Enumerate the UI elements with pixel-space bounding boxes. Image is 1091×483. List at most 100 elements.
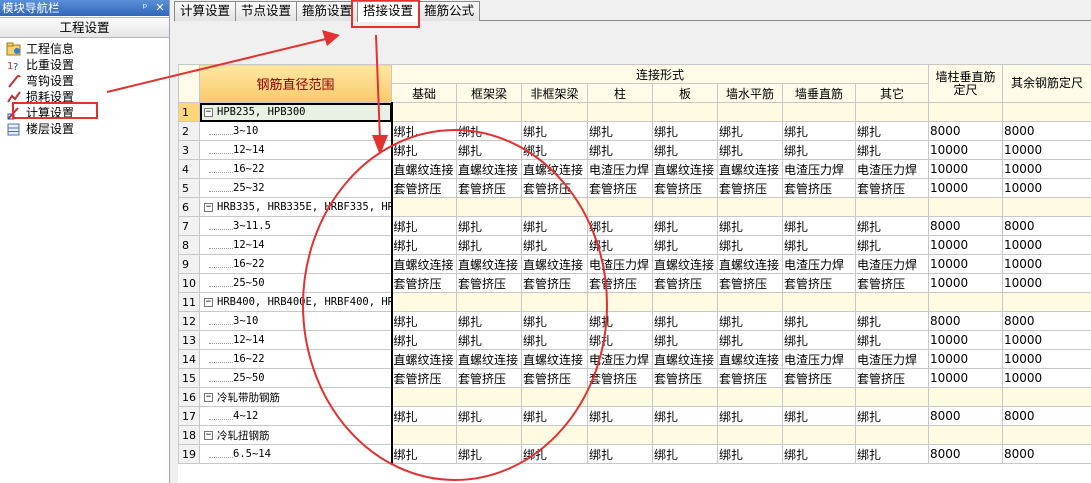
- length-cell[interactable]: [1002, 292, 1091, 312]
- diameter-range-cell[interactable]: 25~32: [199, 178, 393, 198]
- connection-type-cell[interactable]: 绑扎: [717, 406, 783, 426]
- length-cell[interactable]: 10000: [1002, 368, 1091, 388]
- connection-type-cell[interactable]: 绑扎: [456, 121, 522, 141]
- connection-type-cell[interactable]: 绑扎: [587, 140, 653, 160]
- length-cell[interactable]: 8000: [928, 311, 1004, 331]
- connection-type-cell[interactable]: 绑扎: [717, 444, 783, 464]
- length-cell[interactable]: 10000: [928, 330, 1004, 350]
- table-row[interactable]: 5 25~32 套管挤压 套管挤压 套管挤压 套管挤压 套管挤压 套管挤压 套管挤压 套管挤压 10…: [178, 178, 1091, 198]
- connection-type-cell[interactable]: [391, 197, 457, 217]
- connection-type-cell[interactable]: 绑扎: [391, 216, 457, 236]
- connection-type-cell[interactable]: 直螺纹连接: [717, 159, 783, 179]
- length-cell[interactable]: 8000: [1002, 444, 1091, 464]
- connection-type-cell[interactable]: [391, 292, 457, 312]
- length-cell[interactable]: [1002, 102, 1091, 122]
- diameter-range-cell[interactable]: 4~12: [199, 406, 393, 426]
- table-row[interactable]: 4 16~22 直螺纹连接 直螺纹连接 直螺纹连接 电渣压力焊 直螺纹连接 直螺纹连接 电渣压力…: [178, 159, 1091, 179]
- connection-type-cell[interactable]: 直螺纹连接: [456, 254, 522, 274]
- row-number[interactable]: 11: [178, 292, 200, 312]
- connection-type-cell[interactable]: 绑扎: [717, 330, 783, 350]
- nav-section-header[interactable]: 工程设置: [0, 17, 169, 38]
- connection-type-cell[interactable]: [456, 292, 522, 312]
- row-number[interactable]: 12: [178, 311, 200, 331]
- length-cell[interactable]: 10000: [928, 368, 1004, 388]
- connection-type-cell[interactable]: 绑扎: [391, 235, 457, 255]
- length-cell[interactable]: 10000: [928, 159, 1004, 179]
- collapse-icon[interactable]: −: [204, 202, 213, 212]
- nav-item-weight[interactable]: 1? 比重设置: [6, 57, 169, 73]
- connection-type-cell[interactable]: [717, 425, 783, 445]
- length-cell[interactable]: 10000: [1002, 235, 1091, 255]
- table-row[interactable]: 19 6.5~14 绑扎 绑扎 绑扎 绑扎 绑扎 绑扎 绑扎 绑扎 8000 8000: [178, 444, 1091, 464]
- connection-type-cell[interactable]: 绑扎: [587, 444, 653, 464]
- row-number[interactable]: 3: [178, 140, 200, 160]
- connection-type-cell[interactable]: 直螺纹连接: [652, 349, 718, 369]
- rebar-grade-cell[interactable]: −HRB400, HRB400E, HRBF400, HRBF4: [199, 292, 393, 312]
- row-number[interactable]: 19: [178, 444, 200, 464]
- rebar-grade-cell[interactable]: − HPB235, HPB300: [199, 102, 393, 122]
- row-number[interactable]: 7: [178, 216, 200, 236]
- connection-type-cell[interactable]: [587, 197, 653, 217]
- row-number[interactable]: 14: [178, 349, 200, 369]
- connection-type-cell[interactable]: [456, 197, 522, 217]
- connection-type-cell[interactable]: 绑扎: [854, 235, 930, 255]
- connection-type-cell[interactable]: 套管挤压: [652, 273, 718, 293]
- connection-type-cell[interactable]: 绑扎: [782, 140, 856, 160]
- row-number[interactable]: 10: [178, 273, 200, 293]
- length-cell[interactable]: 10000: [928, 140, 1004, 160]
- connection-type-cell[interactable]: 绑扎: [587, 216, 653, 236]
- length-cell[interactable]: [928, 292, 1004, 312]
- connection-type-cell[interactable]: 套管挤压: [782, 178, 856, 198]
- connection-type-cell[interactable]: 绑扎: [854, 140, 930, 160]
- connection-type-cell[interactable]: 绑扎: [652, 330, 718, 350]
- connection-type-cell[interactable]: [521, 387, 588, 407]
- diameter-range-cell[interactable]: 16~22: [199, 254, 393, 274]
- length-cell[interactable]: 10000: [1002, 349, 1091, 369]
- connection-type-cell[interactable]: [652, 425, 718, 445]
- connection-type-cell[interactable]: [521, 197, 588, 217]
- connection-type-cell[interactable]: 绑扎: [521, 121, 588, 141]
- row-number[interactable]: 4: [178, 159, 200, 179]
- connection-type-cell[interactable]: 绑扎: [652, 121, 718, 141]
- diameter-range-cell[interactable]: 12~14: [199, 235, 393, 255]
- diameter-range-cell[interactable]: 3~10: [199, 311, 393, 331]
- connection-type-cell[interactable]: 绑扎: [456, 140, 522, 160]
- diameter-range-cell[interactable]: 16~22: [199, 159, 393, 179]
- table-row[interactable]: 14 16~22 直螺纹连接 直螺纹连接 直螺纹连接 电渣压力焊 直螺纹连接 直螺纹连接 电渣压…: [178, 349, 1091, 369]
- row-number[interactable]: 9: [178, 254, 200, 274]
- diameter-range-cell[interactable]: 25~50: [199, 368, 393, 388]
- connection-type-cell[interactable]: 绑扎: [587, 311, 653, 331]
- nav-item-hook[interactable]: 弯钩设置: [6, 73, 169, 89]
- connection-type-cell[interactable]: 直螺纹连接: [391, 349, 457, 369]
- connection-type-cell[interactable]: 直螺纹连接: [391, 159, 457, 179]
- connection-type-cell[interactable]: 直螺纹连接: [521, 349, 588, 369]
- connection-type-cell[interactable]: [391, 102, 457, 122]
- connection-type-cell[interactable]: [782, 102, 856, 122]
- close-icon[interactable]: ✕: [153, 0, 167, 16]
- connection-type-cell[interactable]: 电渣压力焊: [854, 349, 930, 369]
- diameter-range-cell[interactable]: 6.5~14: [199, 444, 393, 464]
- connection-type-cell[interactable]: 绑扎: [717, 216, 783, 236]
- connection-type-cell[interactable]: [782, 292, 856, 312]
- length-cell[interactable]: 10000: [1002, 159, 1091, 179]
- connection-type-cell[interactable]: [854, 292, 930, 312]
- connection-type-cell[interactable]: 绑扎: [854, 311, 930, 331]
- connection-type-cell[interactable]: 绑扎: [782, 216, 856, 236]
- connection-type-cell[interactable]: 绑扎: [391, 140, 457, 160]
- connection-type-cell[interactable]: [717, 102, 783, 122]
- connection-type-cell[interactable]: 绑扎: [521, 444, 588, 464]
- connection-type-cell[interactable]: [587, 102, 653, 122]
- connection-type-cell[interactable]: 直螺纹连接: [717, 349, 783, 369]
- connection-type-cell[interactable]: 绑扎: [456, 406, 522, 426]
- length-cell[interactable]: 10000: [1002, 273, 1091, 293]
- connection-type-cell[interactable]: 套管挤压: [854, 368, 930, 388]
- table-row[interactable]: 8 12~14 绑扎 绑扎 绑扎 绑扎 绑扎 绑扎 绑扎 绑扎 10000 10000: [178, 235, 1091, 255]
- collapse-icon[interactable]: −: [204, 297, 213, 307]
- tab-stirrup-formula[interactable]: 箍筋公式: [418, 1, 481, 21]
- length-cell[interactable]: 10000: [928, 235, 1004, 255]
- connection-type-cell[interactable]: 绑扎: [391, 406, 457, 426]
- table-row[interactable]: 13 12~14 绑扎 绑扎 绑扎 绑扎 绑扎 绑扎 绑扎 绑扎 10000 10000: [178, 330, 1091, 350]
- diameter-range-cell[interactable]: 12~14: [199, 140, 393, 160]
- connection-type-cell[interactable]: 绑扎: [587, 330, 653, 350]
- row-number[interactable]: 18: [178, 425, 200, 445]
